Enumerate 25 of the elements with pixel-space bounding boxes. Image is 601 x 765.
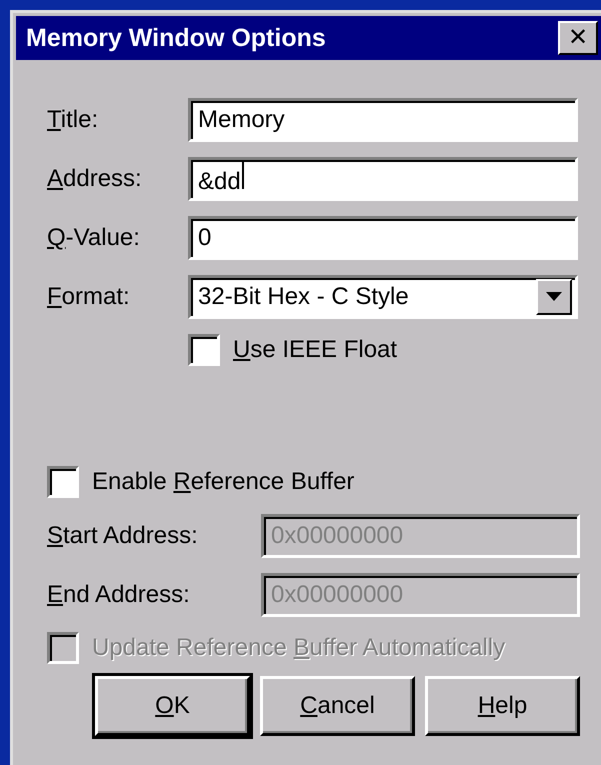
checkbox-label[interactable]: Enable Reference Buffer: [92, 468, 354, 496]
dialog-button[interactable]: OK: [95, 676, 250, 736]
field-label: Title:: [47, 106, 100, 134]
input-field[interactable]: 0: [188, 216, 578, 260]
field-label: Start Address:: [47, 522, 199, 550]
field-label: End Address:: [47, 580, 191, 608]
checkbox[interactable]: [47, 466, 79, 498]
field-value: 0x00000000: [271, 580, 404, 608]
checkbox[interactable]: [188, 334, 220, 366]
close-button[interactable]: ✕: [558, 21, 598, 55]
dropdown-value: 32-Bit Hex - C Style: [198, 282, 409, 310]
dialog-button[interactable]: Help: [425, 676, 580, 736]
input-field[interactable]: &dd: [188, 156, 578, 200]
input-field[interactable]: Memory: [188, 98, 578, 142]
window-title: Memory Window Options: [26, 24, 326, 52]
checkbox-label[interactable]: Use IEEE Float: [233, 336, 398, 364]
format-dropdown[interactable]: 32-Bit Hex - C Style: [188, 274, 578, 318]
field-label: Address:: [47, 164, 143, 192]
field-value: Memory: [198, 106, 285, 134]
field-value: 0: [198, 224, 212, 252]
field-label: Q-Value:: [47, 224, 141, 252]
field-value: &dd: [198, 161, 244, 196]
dialog-button[interactable]: Cancel: [260, 676, 415, 736]
field-label: Format:: [47, 282, 131, 310]
field-value: 0x00000000: [271, 522, 404, 550]
